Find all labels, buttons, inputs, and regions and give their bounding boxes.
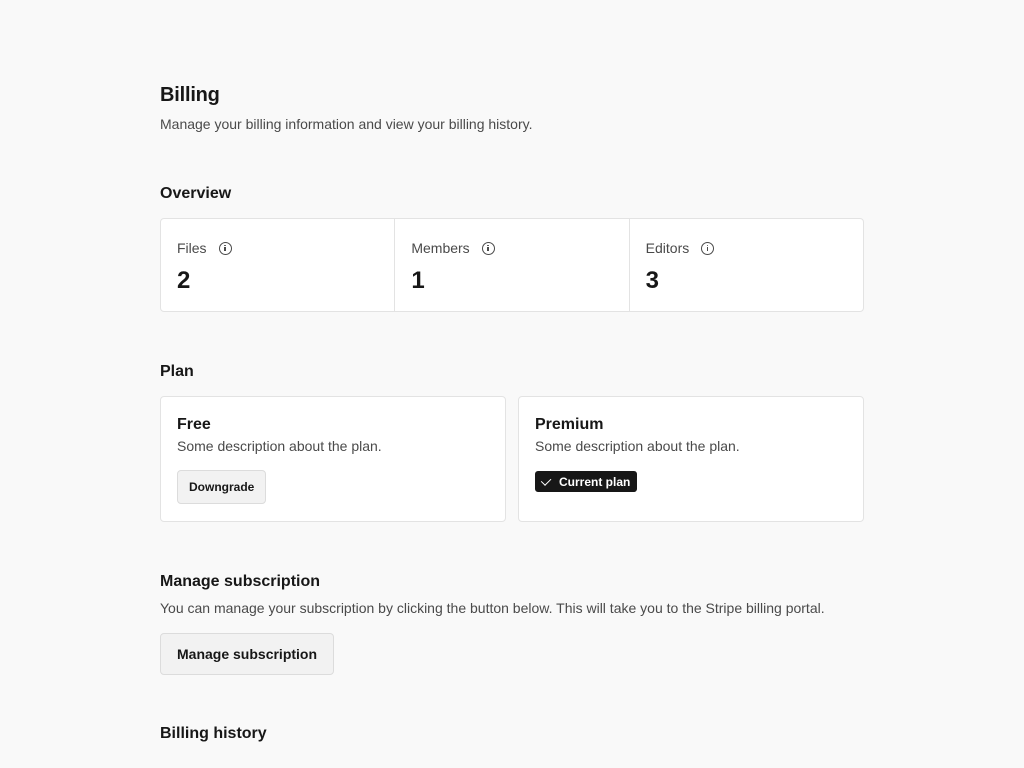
- plan-description: Some description about the plan.: [535, 438, 740, 454]
- stat-value: 2: [177, 267, 191, 294]
- plan-card-premium: Premium Some description about the plan.…: [518, 396, 864, 522]
- stat-label: Editors: [645, 240, 690, 256]
- stat-label: Files: [177, 240, 207, 256]
- plan-name: Free: [177, 416, 211, 433]
- current-plan-label: Current plan: [559, 474, 631, 489]
- plan-heading: Plan: [160, 363, 194, 380]
- plan-name: Premium: [535, 416, 604, 433]
- plan-description: Some description about the plan.: [177, 438, 382, 454]
- manage-subscription-description: You can manage your subscription by clic…: [160, 600, 825, 616]
- info-icon[interactable]: [218, 241, 232, 255]
- plan-card-free: Free Some description about the plan. Do…: [160, 396, 506, 522]
- check-icon: [540, 474, 552, 486]
- billing-history-heading: Billing history: [160, 725, 267, 742]
- info-icon[interactable]: [481, 241, 495, 255]
- manage-subscription-heading: Manage subscription: [160, 573, 321, 590]
- info-icon[interactable]: [701, 241, 715, 255]
- page-subtitle: Manage your billing information and view…: [160, 116, 533, 132]
- stat-files: Files 2: [161, 219, 396, 311]
- stat-label: Members: [411, 240, 470, 256]
- current-plan-badge: Current plan: [535, 471, 638, 492]
- page-title: Billing: [160, 84, 220, 106]
- stat-value: 1: [411, 267, 425, 294]
- plan-list: Free Some description about the plan. Do…: [160, 396, 864, 522]
- overview-heading: Overview: [160, 185, 232, 202]
- overview-stats: Files 2 Members 1 Editors 3: [160, 218, 864, 312]
- stat-members: Members 1: [395, 219, 630, 311]
- downgrade-button[interactable]: Downgrade: [177, 470, 267, 504]
- manage-subscription-button[interactable]: Manage subscription: [160, 633, 335, 675]
- stat-editors: Editors 3: [630, 219, 863, 311]
- stat-value: 3: [645, 267, 660, 294]
